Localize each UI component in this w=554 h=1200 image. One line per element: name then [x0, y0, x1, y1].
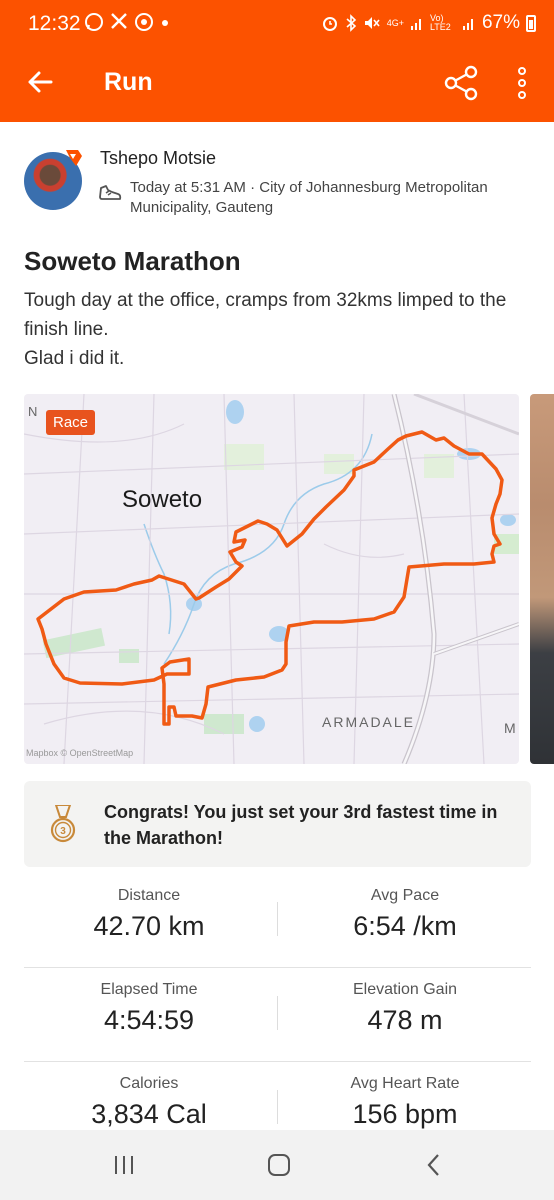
stat-value: 4:54:59 — [103, 1005, 195, 1035]
back-button[interactable] — [22, 64, 58, 100]
app-icon — [135, 13, 153, 31]
activity-meta: Today at 5:31 AM · City of Johannesburg … — [130, 179, 488, 216]
activity-photo-thumbnail[interactable] — [530, 394, 554, 764]
stat-divider — [277, 1090, 278, 1124]
x-icon — [111, 13, 127, 29]
system-icons: 4G+ Vo) LTE2 67% — [321, 12, 536, 34]
stat-label: Calories — [119, 1075, 179, 1092]
route-map[interactable]: Race Soweto ARMADALE N M Mapbox © OpenSt… — [24, 394, 519, 764]
stat-calories: Calories 3,834 Cal — [24, 1075, 274, 1130]
shoe-icon — [99, 185, 122, 200]
more-options-button[interactable] — [508, 62, 536, 104]
home-button[interactable] — [259, 1148, 299, 1182]
alarm-icon — [322, 17, 337, 31]
stat-elevation-gain: Elevation Gain 478 m — [280, 981, 530, 1036]
strava-logo-icon — [66, 150, 82, 166]
network-type-2: Vo) LTE2 — [429, 13, 451, 32]
home-icon — [268, 1154, 290, 1176]
map-label-edge-n: N — [28, 404, 38, 419]
map-label-edge-m: M — [504, 720, 516, 736]
chevron-left-icon — [427, 1154, 439, 1176]
map-attribution: Mapbox © OpenStreetMap — [26, 748, 134, 758]
signal-icon — [410, 19, 421, 30]
page-title: Run — [104, 68, 153, 96]
stat-elapsed-time: Elapsed Time 4:54:59 — [24, 981, 274, 1036]
notification-icons — [84, 12, 170, 32]
app-bar: Run — [0, 44, 554, 122]
stat-avg-heart-rate: Avg Heart Rate 156 bpm — [280, 1075, 530, 1130]
stat-label: Distance — [117, 887, 181, 904]
system-back-button[interactable] — [414, 1148, 454, 1182]
map-background — [24, 394, 519, 764]
dot-icon — [162, 20, 168, 26]
map-label-area: ARMADALE — [322, 714, 416, 730]
arrow-left-icon — [28, 71, 53, 93]
stat-divider — [277, 996, 278, 1030]
network-type-1: 4G+ — [386, 18, 404, 28]
stat-label: Avg Pace — [370, 887, 440, 904]
battery-percent: 67% — [481, 12, 520, 33]
stat-label: Avg Heart Rate — [350, 1075, 460, 1092]
stat-value: 478 m — [367, 1005, 443, 1035]
activity-description: Tough day at the office, cramps from 32k… — [24, 290, 507, 369]
status-time: 12:32 — [28, 12, 81, 35]
stat-avg-pace: Avg Pace 6:54 /km — [280, 887, 530, 942]
battery-icon — [526, 14, 536, 32]
athlete-name[interactable]: Tshepo Motsie — [100, 148, 216, 169]
stat-label: Elevation Gain — [352, 981, 458, 998]
stat-row-divider — [24, 967, 531, 968]
stat-value: 3,834 Cal — [91, 1099, 207, 1129]
recent-apps-icon — [115, 1156, 133, 1174]
share-icon — [444, 65, 478, 101]
medal-rank: 3 — [60, 826, 66, 837]
system-nav-bar — [0, 1130, 554, 1200]
stat-row-divider — [24, 1061, 531, 1062]
stat-label: Elapsed Time — [100, 981, 198, 998]
activity-title: Soweto Marathon — [24, 246, 241, 276]
map-label-city: Soweto — [122, 486, 203, 513]
whatsapp-icon — [85, 13, 103, 31]
achievement-banner[interactable]: 3 Congrats! You just set your 3rd fastes… — [24, 781, 531, 867]
stat-value: 42.70 km — [93, 911, 205, 941]
stat-distance: Distance 42.70 km — [24, 887, 274, 942]
share-button[interactable] — [440, 62, 482, 104]
bluetooth-icon — [346, 14, 356, 32]
race-badge: Race — [46, 410, 96, 435]
status-bar: 12:32 4G+ Vo) LTE2 67% — [0, 0, 554, 44]
recent-apps-button[interactable] — [104, 1148, 144, 1182]
signal-icon-2 — [462, 19, 473, 30]
mute-icon — [364, 17, 380, 29]
achievement-text: Congrats! You just set your 3rd fastest … — [104, 802, 498, 848]
medal-icon: 3 — [50, 805, 76, 843]
stat-value: 156 bpm — [352, 1099, 458, 1129]
more-vertical-icon — [518, 67, 526, 99]
stat-divider — [277, 902, 278, 936]
stat-value: 6:54 /km — [353, 911, 457, 941]
